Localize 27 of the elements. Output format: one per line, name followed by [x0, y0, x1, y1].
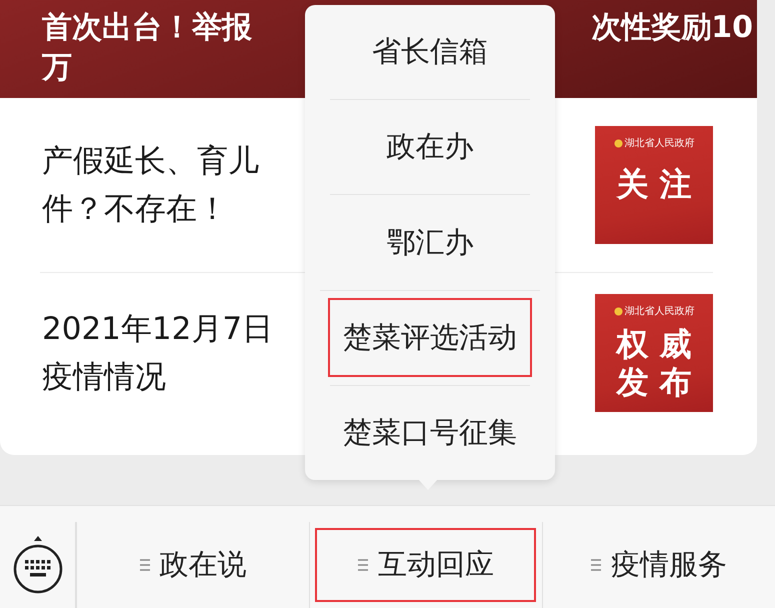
- menu-item[interactable]: 省长信箱: [330, 5, 530, 100]
- org-label: 湖北省人民政府: [614, 304, 694, 318]
- headline-text: 次性奖励10: [591, 9, 753, 47]
- article-title[interactable]: 疫情情况: [40, 353, 274, 401]
- emblem-icon: [614, 138, 622, 148]
- thumbnail-image[interactable]: 湖北省人民政府 权 威 发 布: [595, 294, 713, 412]
- menu-icon: [358, 558, 368, 572]
- emblem-icon: [614, 306, 622, 316]
- article-title[interactable]: 2021年12月7日: [40, 305, 274, 353]
- menu-item[interactable]: 政在办: [330, 99, 530, 194]
- menu-item[interactable]: 楚菜评选活动: [320, 290, 540, 385]
- menu-tab[interactable]: 疫情服务: [542, 522, 775, 608]
- menu-icon: [591, 558, 601, 572]
- article-title[interactable]: 件？不存在！: [40, 185, 259, 233]
- menu-tab[interactable]: 政在说: [76, 522, 309, 608]
- menu-icon: [140, 558, 150, 572]
- menu-item[interactable]: 鄂汇办: [330, 194, 530, 290]
- thumbnail-image[interactable]: 湖北省人民政府 关 注: [595, 126, 713, 244]
- keyboard-icon[interactable]: [12, 535, 62, 595]
- thumbnail-title: 发 布: [616, 364, 692, 400]
- thumbnail-title: 权 威: [616, 326, 692, 362]
- article-title[interactable]: 产假延长、育儿: [40, 137, 259, 185]
- menu-tab[interactable]: 互动回应: [309, 522, 542, 608]
- headline-text: 万: [42, 50, 72, 85]
- thumbnail-title: 关 注: [616, 166, 692, 202]
- org-label: 湖北省人民政府: [614, 136, 694, 150]
- headline-text: 首次出台！举报: [42, 9, 252, 47]
